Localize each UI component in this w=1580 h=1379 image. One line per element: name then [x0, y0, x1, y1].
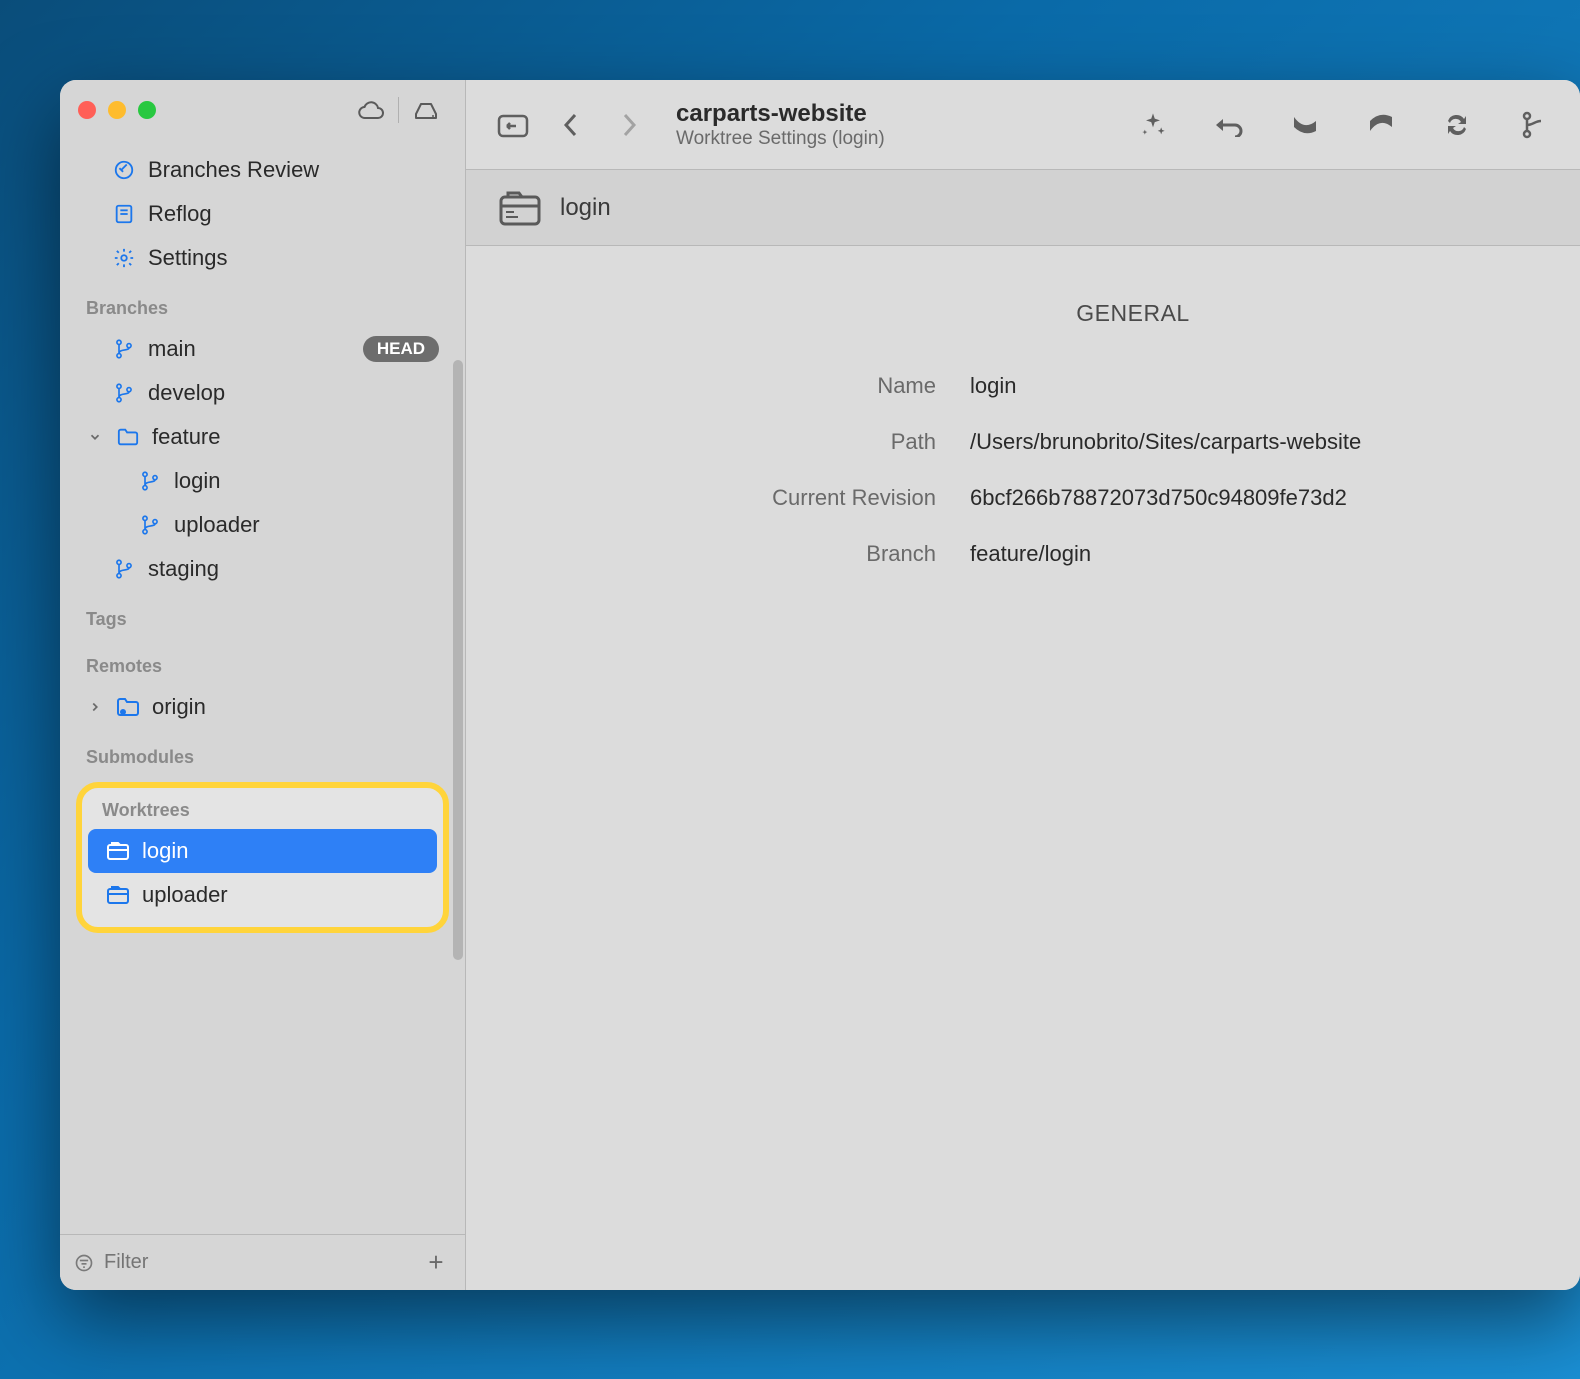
branch-label: login	[174, 468, 220, 494]
chevron-right-icon	[86, 698, 104, 716]
remote-label: origin	[152, 694, 206, 720]
worktrees-highlight: Worktrees login uploader	[76, 782, 449, 933]
branch-icon	[138, 469, 162, 493]
sidebar-remote-origin[interactable]: origin	[72, 685, 453, 729]
window-controls	[78, 101, 156, 119]
field-value-name: login	[970, 373, 1016, 399]
branch-label: develop	[148, 380, 225, 406]
sidebar-scrollbar[interactable]	[453, 360, 463, 960]
undo-icon[interactable]	[1204, 103, 1254, 147]
titlebar	[60, 80, 465, 140]
app-window: Branches Review Reflog Settings Branches	[60, 80, 1580, 1290]
add-button[interactable]: +	[421, 1247, 451, 1278]
filter-icon	[74, 1253, 94, 1273]
merge-icon[interactable]	[1508, 103, 1558, 147]
branch-icon	[112, 381, 136, 405]
sidebar-branch-develop[interactable]: develop	[72, 371, 453, 415]
branch-label: main	[148, 336, 196, 362]
field-row-branch: Branch feature/login	[506, 541, 1540, 567]
subheader: login	[466, 170, 1580, 246]
head-badge: HEAD	[363, 336, 439, 362]
main-panel: carparts-website Worktree Settings (logi…	[465, 80, 1580, 1290]
section-worktrees-header: Worktrees	[88, 794, 437, 829]
nav-forward-button[interactable]	[604, 103, 654, 147]
sidebar-item-label: Settings	[148, 245, 228, 271]
close-window-button[interactable]	[78, 101, 96, 119]
repo-subtitle: Worktree Settings (login)	[676, 128, 885, 150]
sidebar-worktree-login[interactable]: login	[88, 829, 437, 873]
branch-icon	[112, 557, 136, 581]
breadcrumb[interactable]: carparts-website Worktree Settings (logi…	[676, 100, 885, 150]
cloud-icon[interactable]	[350, 93, 392, 127]
reveal-folder-button[interactable]	[488, 103, 538, 147]
field-value-revision: 6bcf266b78872073d750c94809fe73d2	[970, 485, 1347, 511]
section-branches-header: Branches	[72, 280, 453, 327]
maximize-window-button[interactable]	[138, 101, 156, 119]
remote-folder-cloud-icon	[116, 695, 140, 719]
branch-icon	[138, 513, 162, 537]
section-remotes-header: Remotes	[72, 638, 453, 685]
field-label: Name	[506, 373, 936, 399]
sidebar-branch-main[interactable]: main HEAD	[72, 327, 453, 371]
divider	[398, 97, 399, 123]
stash-down-icon[interactable]	[1280, 103, 1330, 147]
worktree-label: uploader	[142, 882, 228, 908]
field-row-path: Path /Users/brunobrito/Sites/carparts-we…	[506, 429, 1540, 455]
branches-review-icon	[112, 158, 136, 182]
sidebar-item-settings[interactable]: Settings	[72, 236, 453, 280]
sidebar-item-reflog[interactable]: Reflog	[72, 192, 453, 236]
sidebar-scroll[interactable]: Branches Review Reflog Settings Branches	[60, 140, 465, 1234]
minimize-window-button[interactable]	[108, 101, 126, 119]
sidebar-folder-feature[interactable]: feature	[72, 415, 453, 459]
sidebar-branch-staging[interactable]: staging	[72, 547, 453, 591]
section-submodules-header: Submodules	[72, 729, 453, 776]
folder-icon	[116, 425, 140, 449]
branch-icon	[112, 337, 136, 361]
sidebar-item-label: Reflog	[148, 201, 212, 227]
field-value-path: /Users/brunobrito/Sites/carparts-website	[970, 429, 1361, 455]
stash-up-icon[interactable]	[1356, 103, 1406, 147]
section-title-general: GENERAL	[726, 300, 1540, 327]
reflog-icon	[112, 202, 136, 226]
field-row-revision: Current Revision 6bcf266b78872073d750c94…	[506, 485, 1540, 511]
sidebar-footer: +	[60, 1234, 465, 1290]
chevron-down-icon	[86, 428, 104, 446]
sync-icon[interactable]	[1432, 103, 1482, 147]
sidebar-item-branches-review[interactable]: Branches Review	[72, 148, 453, 192]
repo-title: carparts-website	[676, 100, 885, 128]
worktree-icon	[106, 883, 130, 907]
sidebar-worktree-uploader[interactable]: uploader	[88, 873, 437, 917]
toolbar: carparts-website Worktree Settings (logi…	[466, 80, 1580, 170]
section-tags-header: Tags	[72, 591, 453, 638]
sidebar-branch-feature-login[interactable]: login	[72, 459, 453, 503]
nav-back-button[interactable]	[546, 103, 596, 147]
branch-label: staging	[148, 556, 219, 582]
field-label: Path	[506, 429, 936, 455]
gear-icon	[112, 246, 136, 270]
worktree-icon	[106, 839, 130, 863]
folder-label: feature	[152, 424, 221, 450]
field-row-name: Name login	[506, 373, 1540, 399]
sidebar: Branches Review Reflog Settings Branches	[60, 80, 465, 1290]
field-value-branch: feature/login	[970, 541, 1091, 567]
details-content: GENERAL Name login Path /Users/brunobrit…	[466, 246, 1580, 651]
branch-label: uploader	[174, 512, 260, 538]
worktree-icon	[498, 188, 542, 228]
sidebar-branch-feature-uploader[interactable]: uploader	[72, 503, 453, 547]
subheader-title: login	[560, 194, 611, 222]
worktree-label: login	[142, 838, 188, 864]
disk-icon[interactable]	[405, 93, 447, 127]
field-label: Current Revision	[506, 485, 936, 511]
field-label: Branch	[506, 541, 936, 567]
filter-input[interactable]	[104, 1251, 411, 1274]
sidebar-item-label: Branches Review	[148, 157, 319, 183]
sparkle-icon[interactable]	[1128, 103, 1178, 147]
